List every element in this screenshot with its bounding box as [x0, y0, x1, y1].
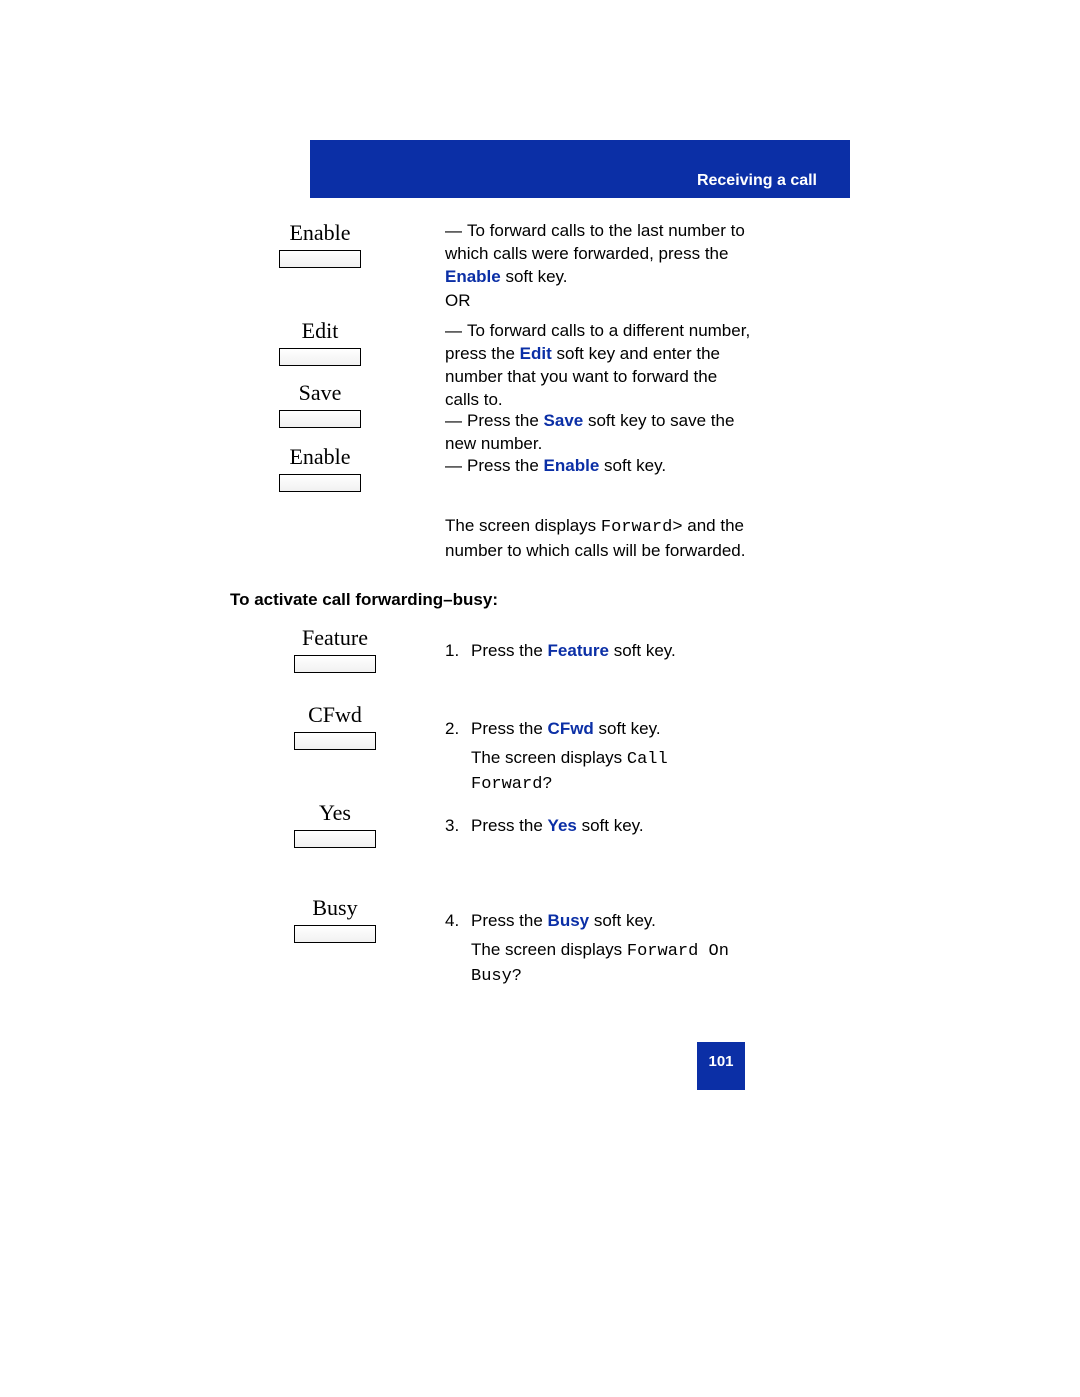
- softkey-label-busy: Busy: [275, 895, 395, 921]
- instruction-save: —Press the Save soft key to save the new…: [445, 410, 755, 456]
- t: soft key.: [577, 816, 644, 835]
- instruction-enable2: —Press the Enable soft key.: [445, 455, 755, 478]
- step-1: 1.Press the Feature soft key.: [445, 640, 755, 663]
- section-heading-busy: To activate call forwarding–busy:: [230, 590, 498, 610]
- screen-displays-forward: The screen displays Forward> and the num…: [445, 515, 765, 563]
- t: Press the: [467, 456, 544, 475]
- edit-keyword: Edit: [520, 344, 552, 363]
- step-4: 4.Press the Busy soft key. The screen di…: [445, 910, 755, 989]
- step-2: 2.Press the CFwd soft key. The screen di…: [445, 718, 755, 797]
- instruction-edit: —To forward calls to a different number,…: [445, 320, 755, 412]
- yes-keyword: Yes: [548, 816, 577, 835]
- softkey-label-cfwd: CFwd: [275, 702, 395, 728]
- softkey-rect-enable2: [279, 474, 361, 492]
- t: soft key.: [501, 267, 568, 286]
- t: The screen displays: [471, 748, 627, 767]
- or-separator: OR: [445, 290, 471, 313]
- step-3: 3.Press the Yes soft key.: [445, 815, 755, 838]
- softkey-label-edit: Edit: [260, 318, 380, 344]
- t: Press the: [471, 911, 548, 930]
- instruction-enable-last: —To forward calls to the last number to …: [445, 220, 755, 289]
- softkey-cfwd: CFwd: [275, 702, 395, 750]
- softkey-rect-yes: [294, 830, 376, 848]
- softkey-save: Save: [260, 380, 380, 428]
- page: Receiving a call Enable —To forward call…: [0, 0, 1080, 1397]
- header-title: Receiving a call: [697, 172, 817, 190]
- softkey-label-enable: Enable: [260, 220, 380, 246]
- save-keyword: Save: [544, 411, 584, 430]
- busy-keyword: Busy: [548, 911, 590, 930]
- softkey-enable: Enable: [260, 220, 380, 268]
- t: soft key.: [594, 719, 661, 738]
- t: Press the: [471, 816, 548, 835]
- t: Press the: [467, 411, 544, 430]
- softkey-rect-save: [279, 410, 361, 428]
- softkey-label-feature: Feature: [275, 625, 395, 651]
- softkey-rect-cfwd: [294, 732, 376, 750]
- softkey-yes: Yes: [275, 800, 395, 848]
- t: Press the: [471, 719, 548, 738]
- softkey-rect-enable: [279, 250, 361, 268]
- cfwd-keyword: CFwd: [548, 719, 594, 738]
- softkey-rect-feature: [294, 655, 376, 673]
- softkey-label-yes: Yes: [275, 800, 395, 826]
- page-number: 101: [697, 1042, 745, 1090]
- code-forward: Forward>: [601, 518, 683, 537]
- enable2-keyword: Enable: [544, 456, 600, 475]
- softkey-enable-2: Enable: [260, 444, 380, 492]
- t: The screen displays: [445, 516, 601, 535]
- feature-keyword: Feature: [548, 641, 609, 660]
- t: soft key.: [589, 911, 656, 930]
- t: The screen displays: [471, 940, 627, 959]
- t: To forward calls to the last number to w…: [445, 221, 745, 263]
- t: Press the: [471, 641, 548, 660]
- t: soft key.: [599, 456, 666, 475]
- softkey-busy: Busy: [275, 895, 395, 943]
- header-bar: Receiving a call: [310, 140, 850, 198]
- softkey-label-enable2: Enable: [260, 444, 380, 470]
- softkey-label-save: Save: [260, 380, 380, 406]
- softkey-edit: Edit: [260, 318, 380, 366]
- softkey-feature: Feature: [275, 625, 395, 673]
- enable-keyword: Enable: [445, 267, 501, 286]
- t: soft key.: [609, 641, 676, 660]
- softkey-rect-edit: [279, 348, 361, 366]
- softkey-rect-busy: [294, 925, 376, 943]
